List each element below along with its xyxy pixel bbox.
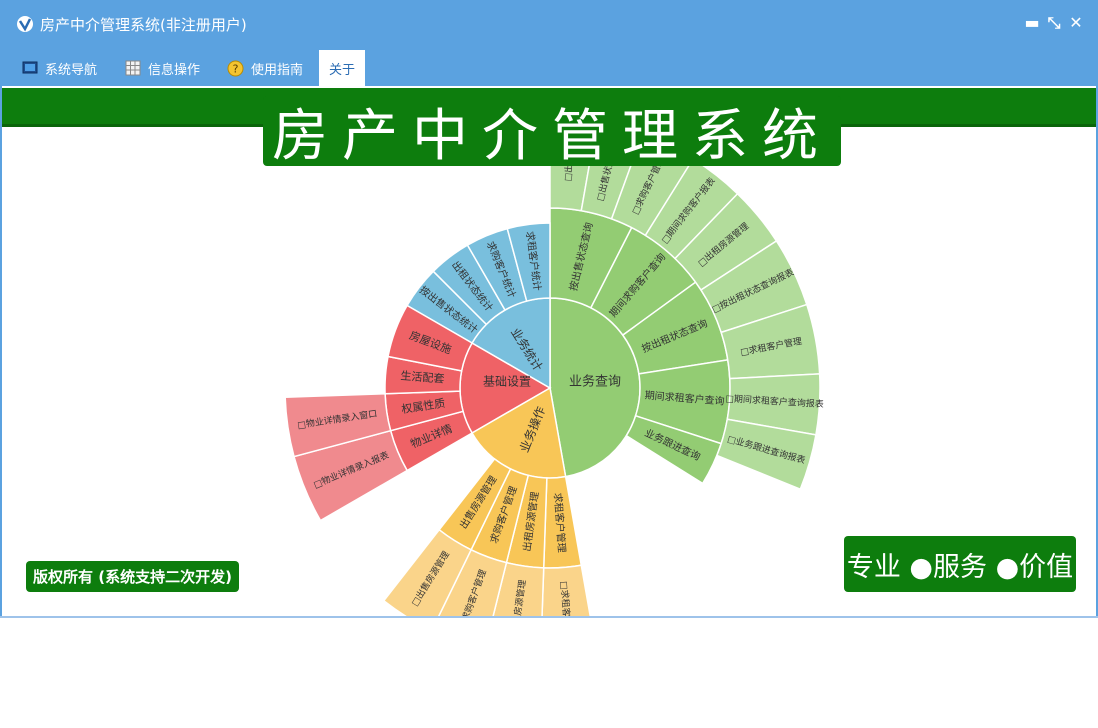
- menu-item-user-guide[interactable]: ? 使用指南: [227, 50, 303, 86]
- app-logo-icon: [17, 16, 33, 32]
- app-window: 房产中介管理系统(非注册用户) ▬ ⤡ ✕ 系统导航 信息操作 ? 使用指南 关…: [0, 0, 1098, 618]
- grid-icon: [125, 60, 141, 76]
- svg-text:?: ?: [233, 62, 239, 75]
- copyright-badge: 版权所有 (系统支持二次开发): [26, 561, 239, 592]
- menu-item-info-ops[interactable]: 信息操作: [125, 50, 200, 86]
- menu-bar: 系统导航 信息操作 ? 使用指南 关于: [0, 50, 1098, 86]
- slogan-badge: 专业 ●服务 ●价值: [844, 536, 1076, 592]
- menu-item-about[interactable]: 关于: [319, 50, 366, 86]
- close-button[interactable]: ✕: [1066, 12, 1086, 34]
- minimize-button[interactable]: ▬: [1022, 12, 1042, 34]
- menu-item-label: 系统导航: [45, 62, 98, 78]
- menu-item-label: 信息操作: [148, 62, 201, 78]
- menu-item-label: 使用指南: [251, 62, 304, 78]
- system-title-banner: 房产中介管理系统: [263, 96, 841, 169]
- about-panel: 业务查询 业务统计 基础设置 业务操作 按出售状态查询 期间求购客户查询 按出租状态查询 期间…: [2, 86, 1096, 616]
- menu-item-system-nav[interactable]: 系统导航: [22, 50, 97, 86]
- help-icon: ?: [227, 60, 244, 76]
- center-label-query: 业务查询: [569, 374, 621, 390]
- window-title: 房产中介管理系统(非注册用户): [40, 16, 247, 34]
- menu-item-label: 关于: [329, 62, 356, 78]
- title-bar[interactable]: 房产中介管理系统(非注册用户) ▬ ⤡ ✕: [0, 0, 1098, 48]
- center-label-base: 基础设置: [483, 375, 531, 389]
- restore-button[interactable]: ⤡: [1044, 12, 1064, 34]
- window-bottom-border: [0, 616, 1098, 618]
- monitor-icon: [22, 61, 38, 74]
